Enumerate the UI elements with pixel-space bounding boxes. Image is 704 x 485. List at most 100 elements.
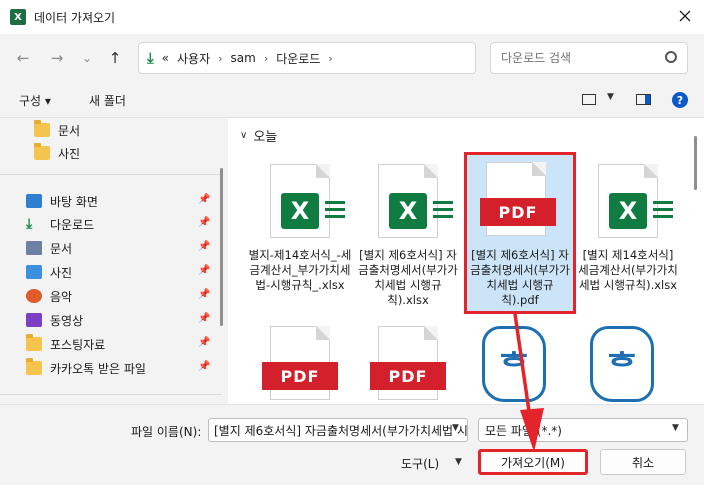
pin-icon[interactable]: 📌 [198, 194, 210, 205]
sidebar-item-documents-top[interactable]: 문서 [34, 120, 80, 140]
spreadsheet-lines-icon [653, 201, 673, 223]
close-icon [679, 10, 691, 22]
tools-button[interactable]: 도구(L) [401, 455, 439, 472]
breadcrumb-overflow[interactable]: « [162, 51, 169, 65]
sidebar-item-music[interactable]: 음악 [26, 286, 72, 306]
file-name: [별지 제6호서식] 자금출처명세서(부가가치세법 시행규칙).xlsx [358, 248, 458, 307]
pin-icon[interactable]: 📌 [198, 217, 210, 228]
excel-app-icon: X [10, 9, 26, 25]
new-folder-button[interactable]: 새 폴더 [89, 92, 126, 109]
folder-icon [26, 334, 42, 351]
recent-locations-button[interactable]: ⌄ [76, 47, 98, 69]
view-options-chevron-icon[interactable]: ▼ [607, 92, 614, 102]
download-icon: ⤓ [26, 216, 33, 232]
sidebar-item-label: 사진 [58, 146, 81, 161]
sidebar-item-label: 바탕 화면 [50, 194, 98, 209]
up-arrow-icon: ↑ [108, 49, 122, 67]
import-button[interactable]: 가져오기(M) [478, 449, 588, 475]
spreadsheet-lines-icon [325, 201, 345, 223]
sidebar-item-label: 포스팅자료 [50, 337, 106, 352]
file-type-dropdown-icon[interactable]: ▼ [672, 423, 679, 433]
file-name-label: 파일 이름(N): [131, 425, 202, 439]
pin-icon[interactable]: 📌 [198, 289, 210, 300]
excel-file-icon: X [378, 164, 453, 238]
sidebar-item-posting-materials[interactable]: 포스팅자료 [26, 334, 105, 354]
address-bar[interactable]: ⤓ « 사용자 › sam › 다운로드 › [138, 42, 476, 74]
sidebar-item-pictures-top[interactable]: 사진 [34, 143, 80, 163]
pin-icon[interactable]: 📌 [198, 241, 210, 252]
file-list: ∨ 오늘 X 별지-제14호서식_-세금계산서_부가가치세법-시행규칙_.xls… [228, 118, 704, 404]
back-arrow-icon: ← [16, 49, 30, 67]
breadcrumb-downloads[interactable]: 다운로드 [276, 50, 320, 67]
folder-icon [34, 143, 50, 160]
navigation-pane: 문서 사진 바탕 화면 📌 ⤓ 다운로드 📌 문서 📌 사진 📌 음악 📌 동영… [0, 118, 222, 404]
group-header-today[interactable]: ∨ 오늘 [240, 126, 277, 145]
file-type-select[interactable]: 모든 파일 (*.*) [478, 418, 688, 442]
excel-logo-icon: X [281, 193, 319, 229]
pdf-logo-icon: PDF [480, 198, 556, 226]
sidebar-divider [0, 394, 222, 395]
pictures-icon [26, 265, 42, 279]
tools-dropdown-icon[interactable]: ▼ [455, 457, 462, 467]
breadcrumb-chevron-icon: › [218, 51, 223, 65]
pin-icon[interactable]: 📌 [198, 265, 210, 276]
sidebar-item-label: 다운로드 [50, 217, 95, 232]
breadcrumb-sam[interactable]: sam [231, 51, 256, 65]
dialog-footer: 파일 이름(N): [별지 제6호서식] 자금출처명세서(부가가치세법 시행규칙… [0, 404, 704, 485]
file-name-input[interactable]: [별지 제6호서식] 자금출처명세서(부가가치세법 시행규칙).pdf [208, 418, 468, 442]
chevron-down-icon: ∨ [240, 130, 248, 141]
hwp-file-icon: ᄒ [482, 326, 546, 402]
cancel-button[interactable]: 취소 [600, 449, 686, 475]
download-icon: ⤓ [147, 49, 154, 67]
pdf-logo-icon: PDF [262, 362, 338, 390]
folder-icon [34, 120, 50, 137]
music-icon [26, 289, 42, 303]
organize-button[interactable]: 구성 ▾ [19, 92, 51, 109]
sidebar-divider [0, 174, 222, 175]
sidebar-item-label: 카카오톡 받은 파일 [50, 361, 146, 376]
group-header-label: 오늘 [253, 130, 278, 145]
back-button[interactable]: ← [12, 47, 34, 69]
desktop-icon [26, 194, 42, 208]
file-name: [별지 제14호서식] 세금계산서(부가가치세법 시행규칙).xlsx [578, 248, 678, 292]
pin-icon[interactable]: 📌 [198, 337, 210, 348]
help-icon[interactable]: ? [672, 92, 688, 108]
file-name-dropdown-icon[interactable]: ▼ [452, 423, 459, 433]
chevron-down-icon: ⌄ [81, 51, 93, 65]
hwp-file-icon: ᄒ [590, 326, 654, 402]
folder-icon [26, 358, 42, 375]
breadcrumb-users[interactable]: 사용자 [177, 50, 210, 67]
search-input[interactable] [501, 51, 661, 65]
window-title: 데이터 가져오기 [34, 10, 116, 25]
navigation-bar: ← → ⌄ ↑ ⤓ « 사용자 › sam › 다운로드 › [0, 34, 704, 82]
navigation-pane-scrollbar[interactable] [220, 168, 223, 326]
preview-pane-icon[interactable] [636, 94, 651, 105]
close-button[interactable] [674, 5, 696, 27]
sidebar-item-kakaotalk-files[interactable]: 카카오톡 받은 파일 [26, 358, 146, 378]
forward-button[interactable]: → [46, 47, 68, 69]
pin-icon[interactable]: 📌 [198, 313, 210, 324]
forward-arrow-icon: → [50, 49, 64, 67]
spreadsheet-lines-icon [433, 201, 453, 223]
search-box[interactable] [490, 42, 688, 74]
up-button[interactable]: ↑ [104, 47, 126, 69]
sidebar-item-pictures[interactable]: 사진 [26, 262, 72, 282]
file-list-scrollbar[interactable] [694, 136, 697, 190]
breadcrumb-chevron-icon: › [328, 51, 333, 65]
sidebar-item-documents[interactable]: 문서 [26, 238, 72, 258]
sidebar-item-label: 음악 [50, 289, 73, 304]
sidebar-item-label: 사진 [50, 265, 73, 280]
sidebar-item-label: 동영상 [50, 313, 84, 328]
sidebar-item-videos[interactable]: 동영상 [26, 310, 83, 330]
view-mode-icon[interactable] [582, 94, 596, 105]
excel-file-icon: X [598, 164, 673, 238]
excel-logo-icon: X [389, 193, 427, 229]
document-icon [26, 241, 42, 255]
title-bar: X 데이터 가져오기 [0, 0, 704, 34]
sidebar-item-desktop[interactable]: 바탕 화면 [26, 191, 98, 211]
sidebar-item-downloads[interactable]: ⤓ 다운로드 [26, 214, 94, 234]
pin-icon[interactable]: 📌 [198, 361, 210, 372]
search-icon [665, 51, 677, 63]
sidebar-item-label: 문서 [58, 123, 81, 138]
breadcrumb-chevron-icon: › [263, 51, 269, 65]
